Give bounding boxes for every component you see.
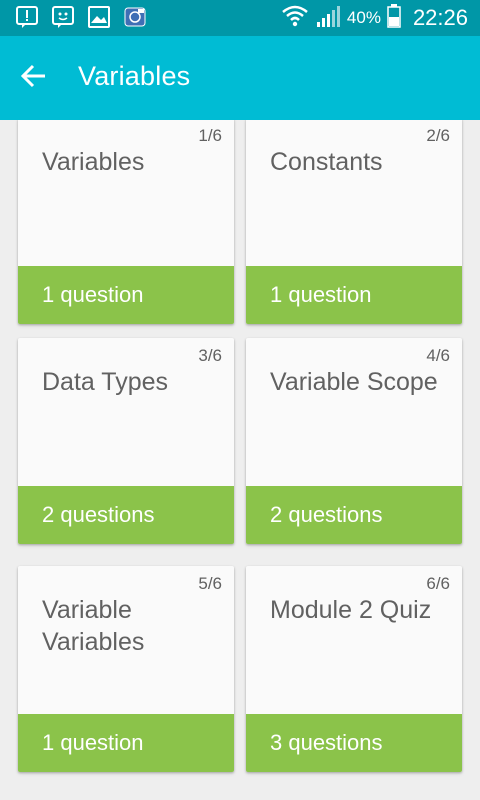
card-index: 5/6 <box>198 574 222 593</box>
card-title: Module 2 Quiz <box>270 596 432 624</box>
lesson-card[interactable]: 3/6 Data Types 2 questions <box>18 338 234 544</box>
page-title: Variables <box>78 61 191 91</box>
lesson-card[interactable]: 6/6 Module 2 Quiz 3 questions <box>246 566 462 772</box>
question-count: 1 question <box>42 730 144 755</box>
status-bar: 40% 22:26 <box>0 0 480 36</box>
question-count: 1 question <box>270 282 372 307</box>
lesson-card[interactable]: 4/6 Variable Scope 2 questions <box>246 338 462 544</box>
card-footer: 2 questions <box>18 486 234 544</box>
card-title: Variable Scope <box>270 368 438 396</box>
card-footer: 1 question <box>18 714 234 772</box>
arrow-back-icon <box>20 63 47 94</box>
lesson-card[interactable]: 2/6 Constants 1 question <box>246 120 462 324</box>
clock: 22:26 <box>412 5 468 30</box>
card-footer: 2 questions <box>246 486 462 544</box>
back-button[interactable] <box>10 56 58 100</box>
battery-icon <box>387 3 401 33</box>
question-count: 3 questions <box>270 730 383 755</box>
card-index: 3/6 <box>198 346 222 365</box>
status-right: 40% 22:26 <box>281 0 468 36</box>
module-grid: 1/6 Variables 1 question 2/6 Constants 1… <box>0 120 480 800</box>
messenger-icon <box>52 6 74 28</box>
card-title: Constants <box>270 148 383 176</box>
card-index: 4/6 <box>426 346 450 365</box>
question-count: 1 question <box>42 282 144 307</box>
card-index: 2/6 <box>426 126 450 145</box>
card-title: Variables <box>42 148 145 176</box>
card-title: Data Types <box>42 368 169 396</box>
card-footer: 1 question <box>18 266 234 324</box>
lesson-card[interactable]: 1/6 Variables 1 question <box>18 120 234 324</box>
gallery-icon <box>88 6 110 28</box>
question-count: 2 questions <box>42 502 155 527</box>
app-icon <box>124 6 146 28</box>
question-count: 2 questions <box>270 502 383 527</box>
lesson-card[interactable]: 5/6 Variable Variables 1 question <box>18 566 234 772</box>
card-title: Variable Variables <box>42 596 145 656</box>
app-bar: Variables <box>0 36 480 120</box>
signal-icon <box>315 4 341 33</box>
card-footer: 1 question <box>246 266 462 324</box>
wifi-icon <box>281 4 309 33</box>
card-footer: 3 questions <box>246 714 462 772</box>
card-index: 1/6 <box>198 126 222 145</box>
alert-icon <box>16 6 38 28</box>
card-index: 6/6 <box>426 574 450 593</box>
battery-percent: 40% <box>346 8 381 27</box>
